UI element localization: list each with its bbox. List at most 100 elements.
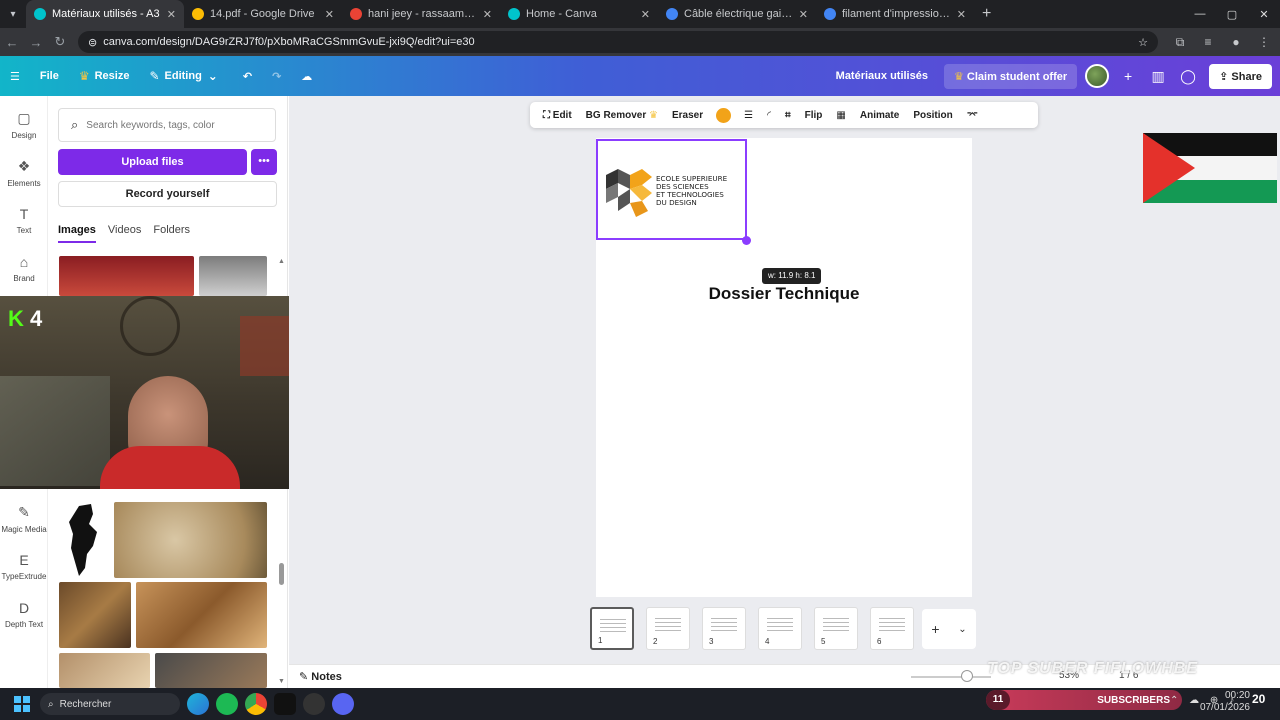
palestine-flag-image[interactable] [1143,133,1277,203]
edit-image-button[interactable]: ⛶ Edit [536,110,579,121]
image-thumbnail[interactable] [114,502,267,578]
bookmark-star-icon[interactable]: ☆ [1138,36,1148,49]
avatar[interactable] [1085,64,1110,88]
extensions-icon[interactable]: ⧉ [1166,35,1194,50]
add-page-button[interactable]: + ⌄ [922,609,976,649]
bg-remover-button[interactable]: BG Remover ♛ [579,110,665,121]
chevron-down-icon[interactable]: ⌄ [958,624,966,635]
resize-handle[interactable] [742,236,751,245]
image-thumbnail[interactable] [59,256,194,296]
tab-videos[interactable]: Videos [108,224,141,243]
spotify-icon[interactable] [216,693,238,715]
tab-images[interactable]: Images [58,224,96,243]
page-thumbnail[interactable]: 6 [870,607,914,650]
flip-button[interactable]: Flip [798,110,830,121]
media-icon[interactable]: ≡ [1194,35,1222,49]
taskbar-search[interactable]: ⌕ Rechercher [40,693,180,715]
page-thumbnail[interactable]: 3 [702,607,746,650]
search-input[interactable] [86,119,257,131]
transparency-icon[interactable]: ▦ [829,110,852,121]
page-thumbnail[interactable]: 1 [590,607,634,650]
tab-folders[interactable]: Folders [153,224,190,243]
border-style-icon[interactable]: ☰ [737,110,760,121]
close-tab-icon[interactable]: ✕ [325,8,334,21]
image-thumbnail[interactable] [199,256,267,296]
rail-item-elements[interactable]: ❖ Elements [0,158,48,188]
page-thumbnail[interactable]: 4 [758,607,802,650]
site-info-icon[interactable]: ⊜ [88,36,97,49]
document-title[interactable]: Matériaux utilisés [836,70,928,82]
color-swatch[interactable] [716,107,732,123]
undo-button[interactable]: ↶ [233,56,262,96]
browser-menu-icon[interactable]: ⋮ [1250,35,1278,49]
image-thumbnail[interactable] [59,502,109,578]
crop-icon[interactable]: ⌗ [778,110,798,121]
discord-icon[interactable] [332,693,354,715]
document-heading[interactable]: Dossier Technique [596,284,972,304]
profile-icon[interactable]: ● [1222,35,1250,49]
zoom-slider[interactable] [911,676,991,678]
close-tab-icon[interactable]: ✕ [167,8,176,21]
file-menu-button[interactable]: File [30,56,69,96]
redo-button[interactable]: ↷ [262,56,291,96]
comments-icon[interactable]: ◯ [1173,68,1203,85]
image-thumbnail[interactable] [155,653,267,688]
back-icon[interactable]: ← [0,35,24,50]
image-thumbnail[interactable] [59,653,150,688]
new-tab-button[interactable]: + [974,5,999,23]
copy-style-icon[interactable]: ⌤ [960,110,986,121]
close-tab-icon[interactable]: ✕ [641,8,650,21]
rail-item-design[interactable]: ▢ Design [0,110,48,140]
selected-logo-image[interactable]: ECOLE SUPERIEURE DES SCIENCES ET TECHNOL… [596,139,747,240]
close-window-icon[interactable]: ✕ [1248,0,1280,28]
browser-tab[interactable]: Home - Canva ✕ [500,0,658,28]
chrome-icon[interactable] [245,693,267,715]
animate-button[interactable]: Animate [853,110,906,121]
main-menu-button[interactable]: ☰ [0,56,30,96]
record-yourself-button[interactable]: Record yourself [58,181,277,207]
panel-scrollbar[interactable] [279,563,284,585]
forward-icon[interactable]: → [24,35,48,50]
scroll-up-icon[interactable]: ▲ [278,258,285,265]
upload-files-button[interactable]: Upload files [58,149,247,175]
browser-tab[interactable]: Câble électrique gainé - Googl ✕ [658,0,816,28]
maximize-icon[interactable]: ▢ [1216,0,1248,28]
page-thumbnail[interactable]: 5 [814,607,858,650]
reload-icon[interactable]: ↻ [48,34,72,50]
image-thumbnail[interactable] [136,582,267,648]
resize-button[interactable]: ♛ Resize [69,56,140,96]
tab-search-icon[interactable]: ▾ [0,0,26,28]
rail-item-depth-text[interactable]: D Depth Text [0,600,48,629]
cloud-save-button[interactable]: ☁ [291,56,322,96]
image-thumbnail[interactable] [59,582,131,648]
close-tab-icon[interactable]: ✕ [957,8,966,21]
corner-rounding-icon[interactable]: ◜ [760,110,778,121]
eraser-button[interactable]: Eraser [665,110,710,121]
minimize-icon[interactable]: — [1184,0,1216,28]
claim-student-offer-button[interactable]: ♛ Claim student offer [943,63,1078,89]
browser-tab[interactable]: 14.pdf - Google Drive ✕ [184,0,342,28]
scroll-down-icon[interactable]: ▼ [278,678,285,685]
browser-tab[interactable]: hani jeey - rassaamalek@gmail ✕ [342,0,500,28]
analytics-icon[interactable]: ▥ [1143,68,1173,85]
edge-icon[interactable] [187,693,209,715]
browser-tab[interactable]: Matériaux utilisés - A3 ✕ [26,0,184,28]
clock[interactable]: 00:20 07/01/2026 [1200,690,1250,714]
share-button[interactable]: ⇪ Share [1209,63,1272,89]
close-tab-icon[interactable]: ✕ [483,8,492,21]
notification-badge[interactable]: 20 [1252,692,1265,706]
obs-icon[interactable] [303,693,325,715]
position-button[interactable]: Position [906,110,959,121]
rail-item-text[interactable]: T Text [0,206,48,235]
rail-item-brand[interactable]: ⌂ Brand [0,254,48,283]
zoom-slider-knob[interactable] [961,670,973,682]
windows-start-icon[interactable] [14,696,30,712]
panel-search[interactable]: ⌕ [58,108,276,142]
rail-item-typeextrude[interactable]: E TypeExtrude [0,552,48,581]
page-thumbnail[interactable]: 2 [646,607,690,650]
notes-button[interactable]: ✎ Notes [299,670,342,683]
editing-mode-button[interactable]: ✎ Editing ⌄ [139,56,232,96]
tiktok-icon[interactable] [274,693,296,715]
add-collaborator-icon[interactable]: + [1113,68,1143,84]
rail-item-magic-media[interactable]: ✎ Magic Media [0,504,48,534]
